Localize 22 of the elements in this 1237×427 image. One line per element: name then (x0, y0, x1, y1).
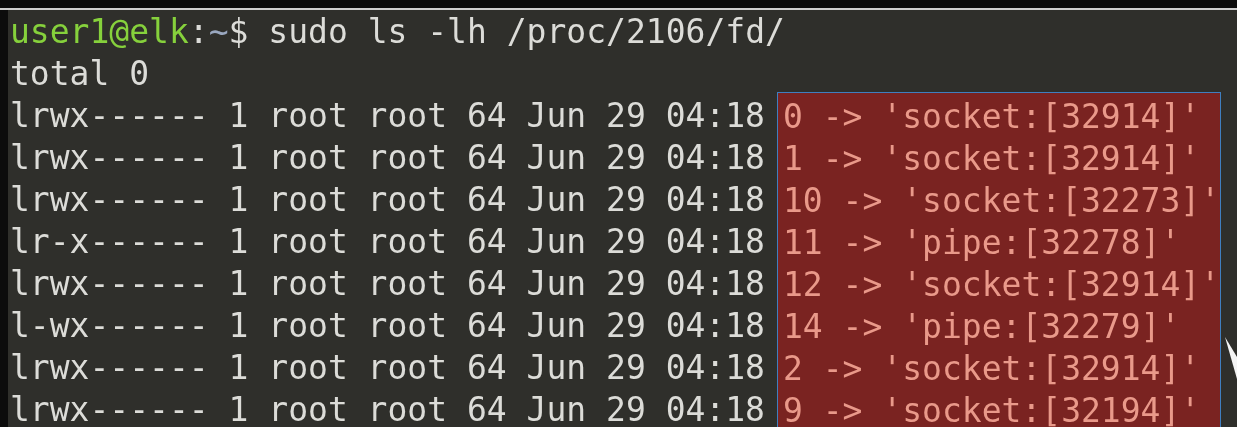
prompt-separator: : (188, 12, 209, 51)
file-listing: lrwx------ 1 root root 64 Jun 29 04:18 (10, 348, 765, 387)
file-listing: lr-x------ 1 root root 64 Jun 29 04:18 (10, 222, 765, 261)
link-target: 1 -> 'socket:[32914]' (783, 139, 1201, 178)
link-target: 11 -> 'pipe:[32278]' (783, 223, 1181, 262)
file-listing: lrwx------ 1 root root 64 Jun 29 04:18 (10, 264, 765, 303)
file-listing: lrwx------ 1 root root 64 Jun 29 04:18 (10, 138, 765, 177)
link-target: 2 -> 'socket:[32914]' (783, 349, 1201, 388)
link-target: 14 -> 'pipe:[32279]' (783, 307, 1181, 346)
file-listing: lrwx------ 1 root root 64 Jun 29 04:18 (10, 96, 765, 135)
file-listing: lrwx------ 1 root root 64 Jun 29 04:18 (10, 390, 765, 427)
link-target: 10 -> 'socket:[32273]' (783, 181, 1221, 220)
file-listing: lrwx------ 1 root root 64 Jun 29 04:18 (10, 180, 765, 219)
link-target: 0 -> 'socket:[32914]' (783, 97, 1201, 136)
prompt-symbol: $ (228, 12, 249, 51)
link-target: 12 -> 'socket:[32914]' (783, 265, 1221, 304)
output-line: total 0 (10, 54, 150, 93)
prompt-user-host: user1@elk (10, 12, 189, 51)
prompt-path: ~ (208, 12, 229, 51)
link-target: 9 -> 'socket:[32194]' (783, 391, 1201, 427)
command-text: sudo ls -lh /proc/2106/fd/ (268, 12, 785, 51)
file-listing: l-wx------ 1 root root 64 Jun 29 04:18 (10, 306, 765, 345)
